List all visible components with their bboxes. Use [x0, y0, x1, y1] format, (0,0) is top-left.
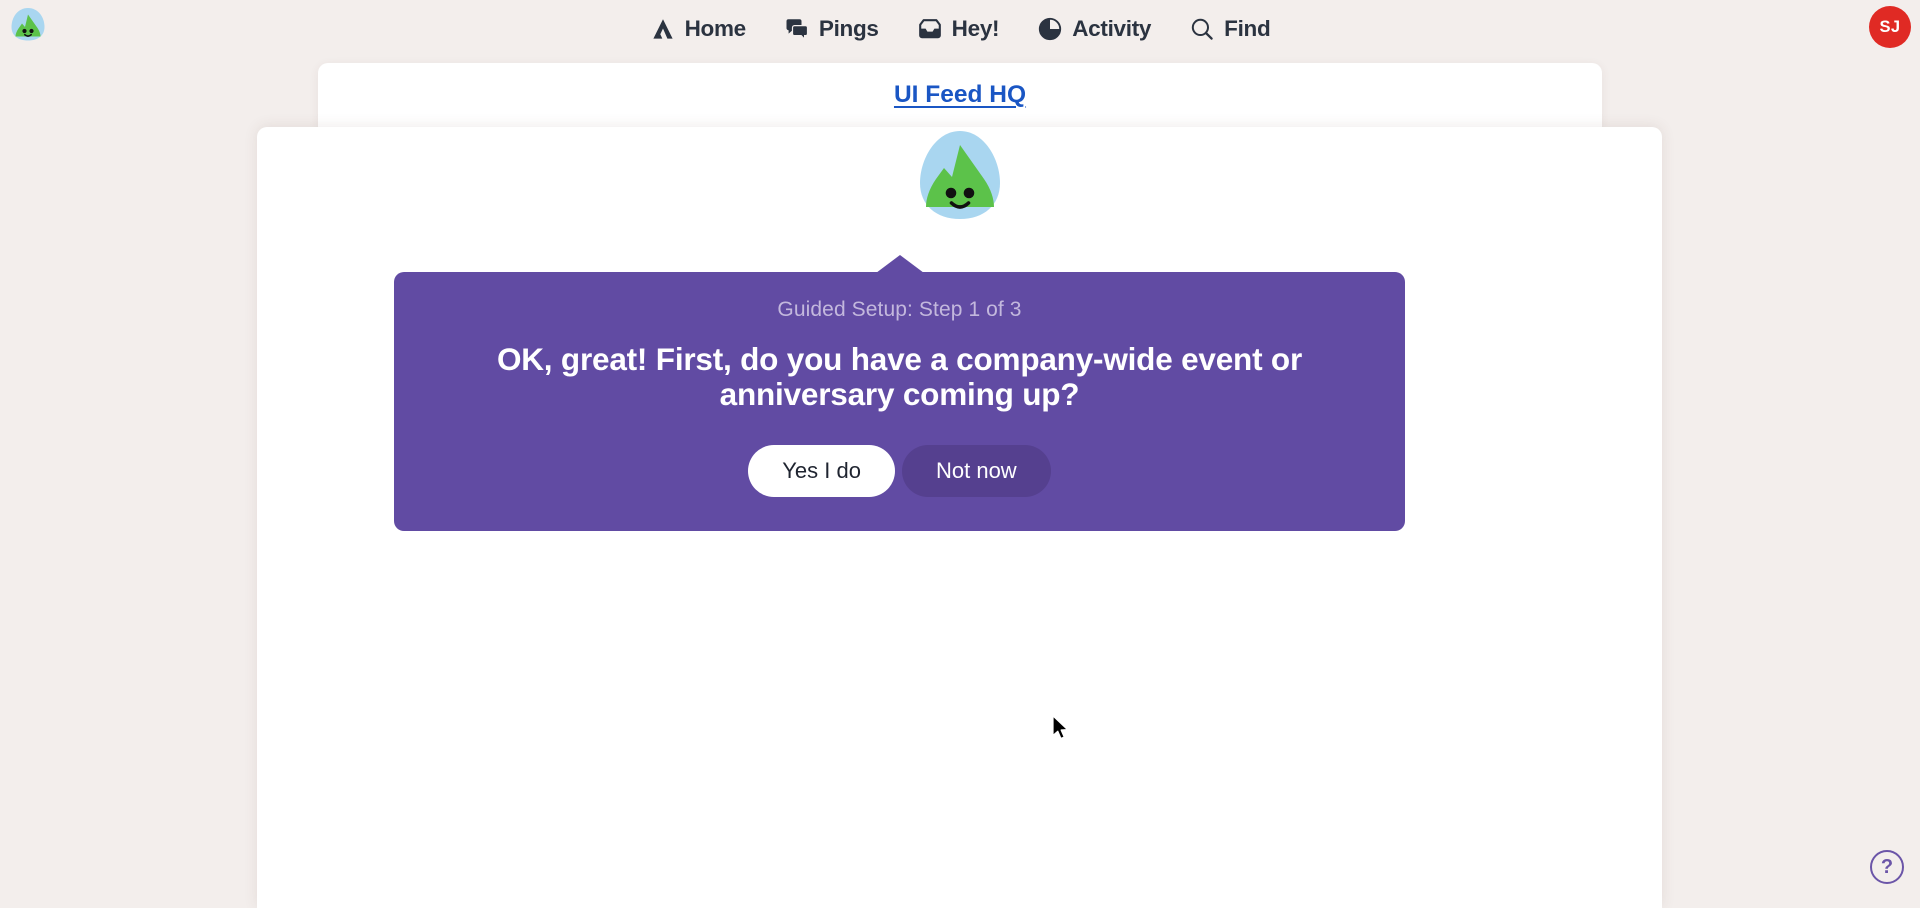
nav-item-hey[interactable]: Hey! — [915, 12, 1002, 46]
nav-label-activity: Activity — [1072, 16, 1152, 41]
magnifying-glass-icon — [1189, 16, 1215, 42]
guided-setup-actions: Yes I do Not now — [434, 444, 1365, 497]
nav-item-activity[interactable]: Activity — [1035, 12, 1153, 46]
primary-nav: Home Pings Hey! Activity Find — [0, 0, 1920, 58]
top-navigation-bar: Home Pings Hey! Activity Find SJ — [0, 0, 1920, 58]
home-tent-icon — [650, 16, 676, 42]
nav-item-home[interactable]: Home — [648, 12, 748, 46]
panel-pointer-arrow — [875, 255, 924, 273]
nav-label-pings: Pings — [818, 16, 879, 41]
inbox-tray-icon — [917, 16, 943, 42]
yes-i-do-button[interactable]: Yes I do — [748, 444, 895, 497]
guided-setup-step-label: Guided Setup: Step 1 of 3 — [777, 298, 1022, 321]
not-now-button[interactable]: Not now — [901, 444, 1051, 497]
foreground-panel-card: Guided Setup: Step 1 of 3 OK, great! Fir… — [257, 127, 1662, 908]
nav-label-home: Home — [684, 16, 747, 41]
nav-label-hey: Hey! — [951, 16, 1000, 41]
avatar-initials: SJ — [1879, 17, 1901, 36]
guide-mascot-icon — [908, 127, 1012, 231]
nav-item-pings[interactable]: Pings — [782, 12, 881, 46]
guided-setup-question: OK, great! First, do you have a company-… — [496, 341, 1303, 413]
help-button[interactable]: ? — [1870, 850, 1904, 884]
nav-item-find[interactable]: Find — [1187, 12, 1272, 46]
ui-feed-hq-link[interactable]: UI Feed HQ — [318, 81, 1602, 109]
speech-bubbles-icon — [784, 16, 810, 42]
nav-label-find: Find — [1224, 16, 1271, 41]
user-avatar[interactable]: SJ — [1869, 6, 1911, 48]
pie-chart-icon — [1037, 16, 1063, 42]
guided-setup-panel: Guided Setup: Step 1 of 3 OK, great! Fir… — [394, 255, 1405, 531]
